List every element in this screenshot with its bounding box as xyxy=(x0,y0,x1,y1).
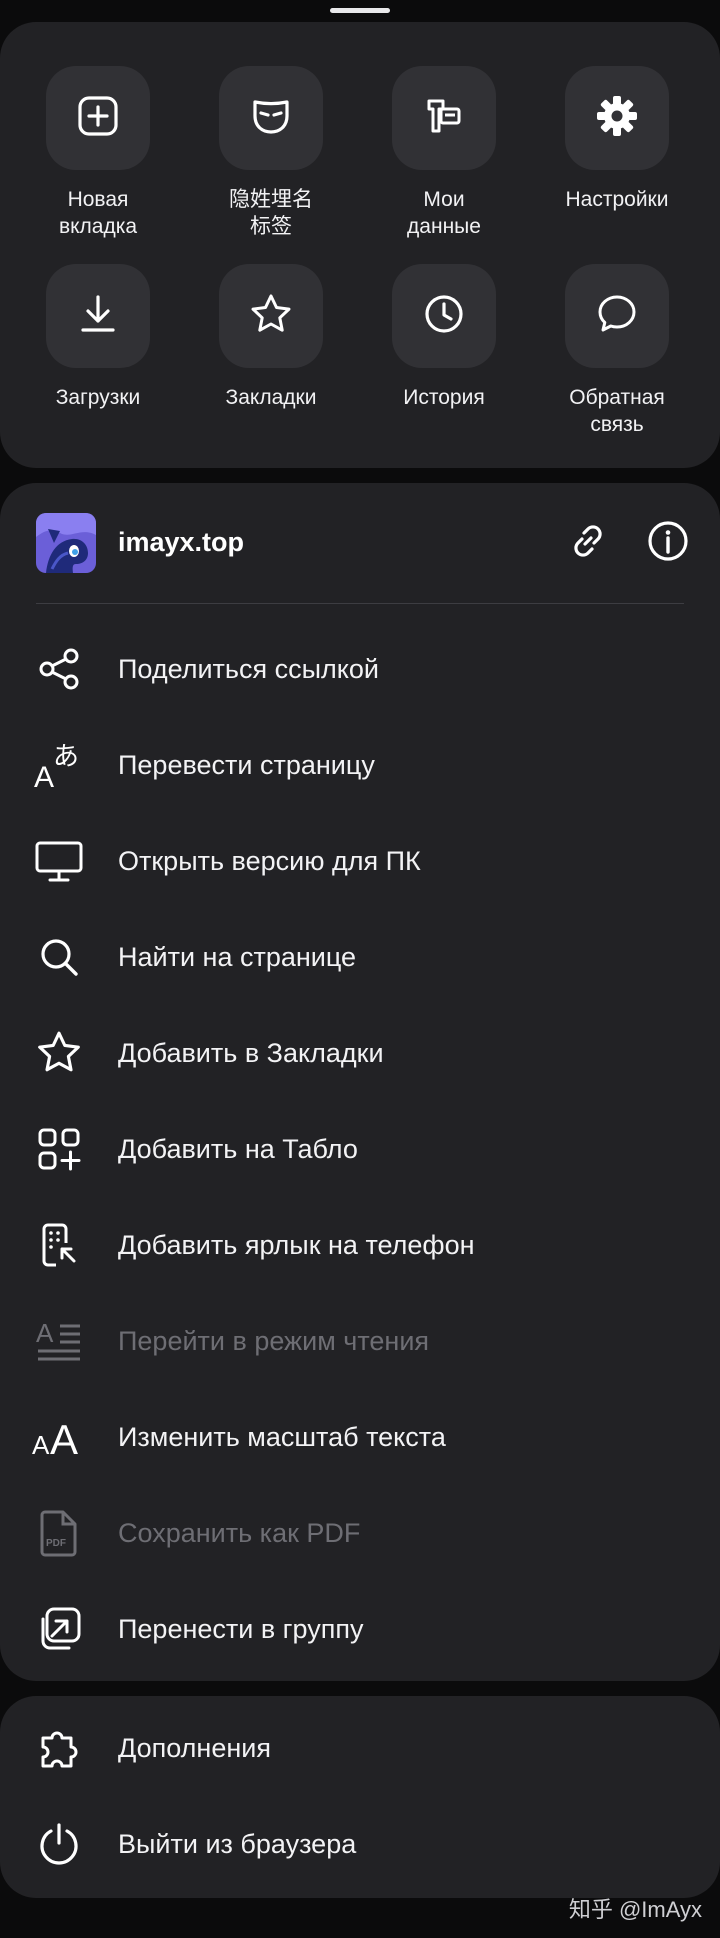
quick-action-label: Загрузки xyxy=(55,386,141,409)
menu-label: Добавить ярлык на телефон xyxy=(118,1229,475,1260)
star-icon xyxy=(30,1024,88,1082)
move-to-group-icon xyxy=(30,1600,88,1658)
quick-action-label: Обратная связь xyxy=(569,386,665,436)
new-tab-icon xyxy=(75,93,121,144)
svg-text:あ: あ xyxy=(53,742,79,772)
menu-add-to-tablo[interactable]: Добавить на Табло xyxy=(0,1101,720,1197)
menu-move-to-group[interactable]: Перенести в группу xyxy=(0,1581,720,1677)
svg-text:A: A xyxy=(36,1318,54,1348)
browser-actions-panel: Дополнения Выйти из браузера xyxy=(0,1696,720,1898)
menu-label: Дополнения xyxy=(118,1732,271,1763)
pdf-icon: PDF xyxy=(30,1504,88,1562)
menu-exit-browser[interactable]: Выйти из браузера xyxy=(0,1796,720,1892)
quick-action-new-tab[interactable]: Новая вкладка xyxy=(12,66,184,240)
star-icon xyxy=(248,291,294,342)
menu-label: Изменить масштаб текста xyxy=(118,1421,446,1452)
watermark: 知乎 @ImAyx xyxy=(568,1897,702,1922)
power-icon xyxy=(30,1815,88,1873)
site-favicon xyxy=(36,513,96,573)
info-icon xyxy=(646,519,690,568)
menu-label: Добавить в Закладки xyxy=(118,1037,384,1068)
link-icon xyxy=(566,519,610,568)
quick-action-settings[interactable]: Настройки xyxy=(531,66,703,213)
menu-extensions[interactable]: Дополнения xyxy=(0,1700,720,1796)
menu-reader-mode[interactable]: A Перейти в режим чтения xyxy=(0,1293,720,1389)
menu-label: Открыть версию для ПК xyxy=(118,845,421,876)
translate-icon: Aあ xyxy=(30,736,88,794)
divider xyxy=(36,603,684,604)
quick-action-label: История xyxy=(403,386,485,409)
menu-translate-page[interactable]: Aあ Перевести страницу xyxy=(0,717,720,813)
quick-actions-panel: Новая вкладка 隐姓埋名 标签 Мои данные Настрой… xyxy=(0,22,720,468)
share-icon xyxy=(30,640,88,698)
gear-icon xyxy=(593,92,641,145)
tiles-add-icon xyxy=(30,1120,88,1178)
quick-action-downloads[interactable]: Загрузки xyxy=(12,264,184,411)
quick-action-label: Новая вкладка xyxy=(58,188,138,238)
menu-add-bookmark[interactable]: Добавить в Закладки xyxy=(0,1005,720,1101)
quick-action-incognito[interactable]: 隐姓埋名 标签 xyxy=(185,66,357,240)
my-data-icon xyxy=(421,93,467,144)
site-info-button[interactable] xyxy=(644,519,692,567)
site-title: imayx.top xyxy=(118,527,245,557)
quick-action-feedback[interactable]: Обратная связь xyxy=(531,264,703,438)
chat-bubble-icon xyxy=(594,291,640,342)
menu-label: Добавить на Табло xyxy=(118,1133,358,1164)
quick-action-label: Мои данные xyxy=(407,188,481,238)
reader-mode-icon: A xyxy=(30,1312,88,1370)
desktop-icon xyxy=(30,832,88,890)
quick-action-bookmarks[interactable]: Закладки xyxy=(185,264,357,411)
svg-text:A: A xyxy=(50,1416,78,1460)
menu-label: Выйти из браузера xyxy=(118,1828,357,1859)
svg-text:PDF: PDF xyxy=(46,1538,66,1549)
download-icon xyxy=(75,291,121,342)
incognito-mask-icon xyxy=(248,93,294,144)
menu-label: Перейти в режим чтения xyxy=(118,1325,430,1356)
menu-label: Перенести в группу xyxy=(118,1613,364,1644)
svg-text:A: A xyxy=(32,1430,50,1460)
phone-shortcut-icon xyxy=(30,1216,88,1274)
quick-action-label: Закладки xyxy=(225,386,317,409)
menu-save-pdf[interactable]: PDF Сохранить как PDF xyxy=(0,1485,720,1581)
menu-label: Сохранить как PDF xyxy=(118,1517,361,1548)
quick-action-label: Настройки xyxy=(565,188,669,211)
menu-find-on-page[interactable]: Найти на странице xyxy=(0,909,720,1005)
menu-label: Перевести страницу xyxy=(118,749,375,780)
quick-action-my-data[interactable]: Мои данные xyxy=(358,66,530,240)
puzzle-icon xyxy=(30,1719,88,1777)
menu-desktop-version[interactable]: Открыть версию для ПК xyxy=(0,813,720,909)
menu-label: Поделиться ссылкой xyxy=(118,653,379,684)
quick-action-history[interactable]: История xyxy=(358,264,530,411)
menu-label: Найти на странице xyxy=(118,941,357,972)
menu-share-link[interactable]: Поделиться ссылкой xyxy=(0,621,720,717)
menu-text-size[interactable]: AA Изменить масштаб текста xyxy=(0,1389,720,1485)
copy-link-button[interactable] xyxy=(564,519,612,567)
svg-text:A: A xyxy=(34,761,54,791)
page-menu-panel: imayx.top Поделиться ссылкой Aあ Перевест… xyxy=(0,483,720,1681)
quick-action-label: 隐姓埋名 标签 xyxy=(229,188,313,238)
clock-icon xyxy=(421,291,467,342)
text-size-icon: AA xyxy=(30,1408,88,1466)
site-header: imayx.top xyxy=(36,513,688,573)
menu-add-home-shortcut[interactable]: Добавить ярлык на телефон xyxy=(0,1197,720,1293)
search-icon xyxy=(30,928,88,986)
drag-handle[interactable] xyxy=(330,8,390,13)
